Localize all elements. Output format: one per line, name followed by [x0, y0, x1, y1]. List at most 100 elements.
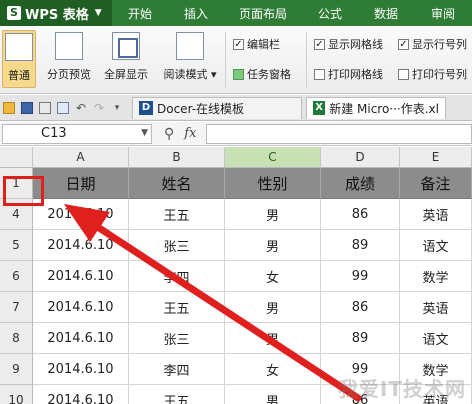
cell-c[interactable]: 女 — [225, 354, 321, 385]
row-header[interactable]: 9 — [0, 354, 33, 385]
reading-mode-icon — [176, 32, 204, 60]
print-preview-icon[interactable] — [54, 99, 72, 117]
cell-b[interactable]: 王五 — [129, 385, 225, 404]
checkbox-unchecked-icon — [398, 68, 409, 80]
column-header-b[interactable]: B — [129, 147, 225, 168]
cell-c[interactable]: 女 — [225, 261, 321, 292]
zoom-search-icon[interactable]: ⚲ — [164, 126, 174, 142]
task-pane-check-label: 任务窗格 — [247, 68, 291, 81]
docer-icon: D — [139, 101, 153, 115]
cell-b[interactable]: 张三 — [129, 323, 225, 354]
cell-c[interactable]: 男 — [225, 385, 321, 404]
task-pane-checkbox[interactable]: 任务窗格 — [233, 66, 291, 82]
cell-b[interactable]: 李四 — [129, 261, 225, 292]
row-header[interactable]: 7 — [0, 292, 33, 323]
cell-c[interactable]: 男 — [225, 199, 321, 230]
row-header[interactable]: 8 — [0, 323, 33, 354]
normal-view-label: 普通 — [8, 69, 30, 82]
cell-e[interactable]: 语文 — [400, 323, 472, 354]
print-gridlines-label: 打印网格线 — [328, 68, 383, 81]
cell-d[interactable]: 89 — [321, 230, 400, 261]
full-screen-button[interactable]: 全屏显示 — [99, 30, 153, 88]
app-menu-button[interactable]: S WPS 表格 ▼ — [0, 0, 112, 26]
insert-function-button[interactable]: fx — [184, 126, 196, 141]
show-headings-label: 显示行号列 — [412, 38, 467, 51]
undo-icon[interactable]: ↶ — [72, 99, 90, 117]
redo-icon[interactable]: ↷ — [90, 99, 108, 117]
header-cell-c[interactable]: 性别 — [225, 168, 321, 199]
checkbox-checked-icon: ✓ — [398, 38, 409, 50]
print-headings-label: 打印行号列 — [412, 68, 467, 81]
header-cell-b[interactable]: 姓名 — [129, 168, 225, 199]
page-break-preview-button[interactable]: 分页预览 — [41, 30, 97, 88]
cell-d[interactable]: 99 — [321, 261, 400, 292]
print-icon[interactable] — [36, 99, 54, 117]
cell-d[interactable]: 86 — [321, 199, 400, 230]
tab-page-layout[interactable]: 页面布局 — [224, 0, 302, 26]
row-header[interactable]: 5 — [0, 230, 33, 261]
row-header[interactable]: 10 — [0, 385, 33, 404]
tab-review[interactable]: 审阅 — [414, 0, 472, 26]
cell-a[interactable]: 2014.6.10 — [33, 230, 129, 261]
header-cell-a[interactable]: 日期 — [33, 168, 129, 199]
tab-data[interactable]: 数据 — [358, 0, 414, 26]
cell-c[interactable]: 男 — [225, 230, 321, 261]
cell-d[interactable]: 89 — [321, 323, 400, 354]
chevron-down-icon[interactable]: ▼ — [141, 128, 148, 138]
column-header-a[interactable]: A — [33, 147, 129, 168]
checkbox-checked-icon: ✓ — [314, 38, 325, 50]
wps-logo-icon: S — [7, 6, 21, 20]
cell-e[interactable]: 英语 — [400, 292, 472, 323]
print-gridlines-checkbox[interactable]: 打印网格线 — [314, 66, 383, 82]
cell-e[interactable]: 数学 — [400, 261, 472, 292]
show-headings-checkbox[interactable]: ✓ 显示行号列 — [398, 36, 467, 52]
reading-mode-button[interactable]: 阅读模式 ▾ — [158, 30, 222, 88]
cell-d[interactable]: 86 — [321, 292, 400, 323]
tab-formulas[interactable]: 公式 — [302, 0, 358, 26]
tab-docer-templates[interactable]: D Docer-在线模板 — [132, 96, 302, 119]
cell-e[interactable]: 语文 — [400, 230, 472, 261]
open-folder-icon[interactable] — [0, 99, 18, 117]
header-cell-d[interactable]: 成绩 — [321, 168, 400, 199]
ribbon-divider — [225, 32, 226, 88]
cell-e[interactable]: 英语 — [400, 199, 472, 230]
cell-b[interactable]: 张三 — [129, 230, 225, 261]
cell-b[interactable]: 王五 — [129, 199, 225, 230]
show-gridlines-checkbox[interactable]: ✓ 显示网格线 — [314, 36, 383, 52]
cell-a[interactable]: 2014.6.10 — [33, 292, 129, 323]
tab-docer-label: Docer-在线模板 — [157, 101, 245, 116]
column-header-d[interactable]: D — [321, 147, 400, 168]
select-all-corner[interactable] — [0, 147, 33, 168]
tab-insert[interactable]: 插入 — [168, 0, 224, 26]
tab-home[interactable]: 开始 — [112, 0, 168, 26]
chevron-down-icon[interactable]: ▾ — [108, 99, 126, 117]
name-box[interactable]: C13 ▼ — [2, 123, 152, 144]
menu-bar: S WPS 表格 ▼ 开始 插入 页面布局 公式 数据 审阅 — [0, 0, 472, 26]
formula-input[interactable] — [206, 123, 472, 144]
full-screen-label: 全屏显示 — [104, 68, 148, 81]
normal-view-button[interactable]: 普通 — [2, 30, 36, 88]
header-cell-e[interactable]: 备注 — [400, 168, 472, 199]
cell-a[interactable]: 2014.6.10 — [33, 354, 129, 385]
full-screen-icon — [112, 32, 140, 60]
show-gridlines-label: 显示网格线 — [328, 38, 383, 51]
row-header[interactable]: 6 — [0, 261, 33, 292]
cell-c[interactable]: 男 — [225, 292, 321, 323]
tab-workbook[interactable]: X 新建 Micro···作表.xl — [306, 96, 446, 119]
cell-a[interactable]: 2014.6.10 — [33, 199, 129, 230]
cell-b[interactable]: 李四 — [129, 354, 225, 385]
name-box-value: C13 — [41, 126, 67, 141]
cell-a[interactable]: 2014.6.10 — [33, 261, 129, 292]
print-headings-checkbox[interactable]: 打印行号列 — [398, 66, 467, 82]
task-pane-icon — [233, 68, 244, 80]
cell-c[interactable]: 男 — [225, 323, 321, 354]
cell-a[interactable]: 2014.6.10 — [33, 385, 129, 404]
column-header-c[interactable]: C — [225, 147, 321, 168]
cell-b[interactable]: 王五 — [129, 292, 225, 323]
cell-a[interactable]: 2014.6.10 — [33, 323, 129, 354]
checkbox-checked-icon: ✓ — [233, 38, 244, 50]
formula-bar-checkbox[interactable]: ✓ 编辑栏 — [233, 36, 280, 52]
save-icon[interactable] — [18, 99, 36, 117]
column-header-e[interactable]: E — [400, 147, 472, 168]
watermark-text: 我爱IT技术网 — [337, 377, 466, 401]
